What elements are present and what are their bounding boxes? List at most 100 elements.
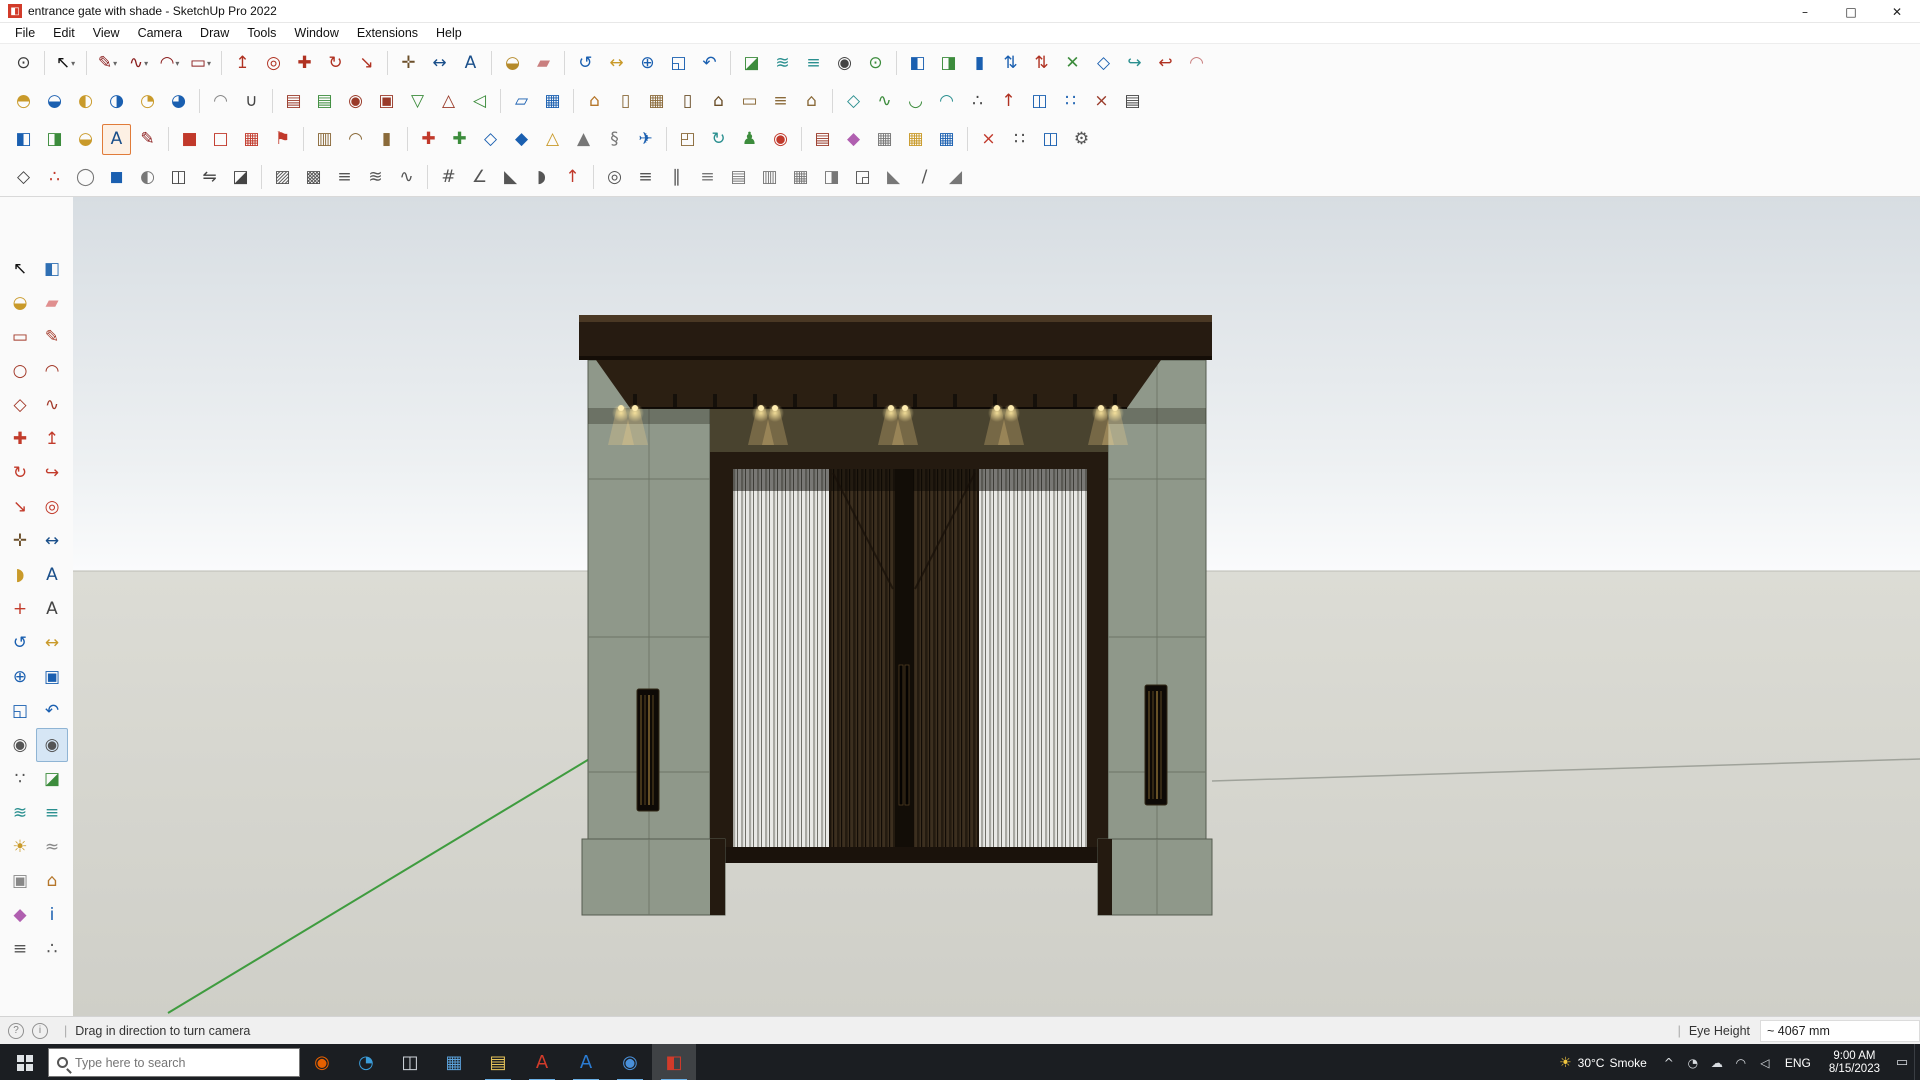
offset-tool[interactable]: ◎ xyxy=(36,490,68,524)
circle-tool[interactable]: ○ xyxy=(4,354,36,388)
firefox-icon[interactable]: ◉ xyxy=(300,1044,344,1080)
ramp-tool-icon[interactable]: ◢ xyxy=(941,162,970,193)
settings-gear-icon[interactable]: ⚙ xyxy=(1067,124,1096,155)
eraser-tool-icon[interactable]: ▰ xyxy=(529,48,558,79)
chamfer-tool-icon[interactable]: ◣ xyxy=(879,162,908,193)
add-location-icon[interactable]: ⊙ xyxy=(861,48,890,79)
walk-tool[interactable]: ∵ xyxy=(4,762,36,796)
notification-center-icon[interactable]: ▭ xyxy=(1890,1044,1914,1080)
sort-descending-icon[interactable]: ⇅ xyxy=(1027,48,1056,79)
text-style-editor-icon[interactable]: A xyxy=(102,123,131,155)
sandbox-contours-icon[interactable]: ▤ xyxy=(279,86,308,117)
add-detail-icon[interactable]: △ xyxy=(434,86,463,117)
airplane-icon[interactable]: ✈ xyxy=(631,124,660,155)
gem-tool-icon[interactable]: ◆ xyxy=(839,124,868,155)
taskbar-search[interactable] xyxy=(48,1048,300,1077)
taskbar-clock[interactable]: 9:00 AM 8/15/2023 xyxy=(1819,1050,1890,1076)
autocad-icon[interactable]: A xyxy=(520,1044,564,1080)
task-view-icon[interactable]: ◫ xyxy=(388,1044,432,1080)
line-tool[interactable]: ✎ xyxy=(36,320,68,354)
previous-view-tool[interactable]: ↶ xyxy=(36,694,68,728)
protractor-tool-icon[interactable]: ◗ xyxy=(527,162,556,193)
fog-tool[interactable]: ≈ xyxy=(36,830,68,864)
look-around-tool[interactable]: ◉ xyxy=(36,728,68,762)
flip-diamond-icon[interactable]: ◇ xyxy=(1089,48,1118,79)
stairs-tool-icon[interactable]: ≡ xyxy=(766,86,795,117)
orbit-tool-icon[interactable]: ↺ xyxy=(571,48,600,79)
move-tool[interactable]: ✚ xyxy=(4,422,36,456)
delete-x-icon[interactable]: × xyxy=(974,124,1003,155)
minimize-button[interactable]: – xyxy=(1782,0,1828,23)
mirror-plane-icon[interactable]: ◫ xyxy=(164,162,193,193)
door-tool-icon[interactable]: ▯ xyxy=(673,86,702,117)
flag-tool-icon[interactable]: ⚑ xyxy=(268,124,297,155)
extrude-lines-icon[interactable]: ≡ xyxy=(631,162,660,193)
volume-icon[interactable]: ◁ xyxy=(1753,1044,1777,1080)
eraser-tool[interactable]: ▰ xyxy=(36,286,68,320)
chrome-icon[interactable]: ◉ xyxy=(608,1044,652,1080)
brick-wall-icon[interactable]: ▤ xyxy=(808,124,837,155)
paint-style-icon[interactable]: ◧ xyxy=(903,48,932,79)
stairs-generator-icon[interactable]: ≡ xyxy=(693,162,722,193)
dots-array-icon[interactable]: ∷ xyxy=(1005,124,1034,155)
split-solid-icon[interactable]: ◕ xyxy=(164,86,193,117)
sketchup-icon[interactable]: ◧ xyxy=(652,1044,696,1080)
triangle-square-icon[interactable]: ◣ xyxy=(496,162,525,193)
language-indicator[interactable]: ENG xyxy=(1777,1056,1819,1070)
tray-app-icon[interactable]: ◔ xyxy=(1681,1044,1705,1080)
array-tool-icon[interactable]: ∷ xyxy=(1056,86,1085,117)
offset-tool-icon[interactable]: ◎ xyxy=(259,48,288,79)
menu-help[interactable]: Help xyxy=(427,24,471,42)
zoom-tool[interactable]: ⊕ xyxy=(4,660,36,694)
tape-measure-tool[interactable]: ✛ xyxy=(4,524,36,558)
pin-red-icon[interactable]: ✚ xyxy=(414,124,443,155)
calculator-icon[interactable]: ▦ xyxy=(432,1044,476,1080)
position-camera-icon[interactable]: ◉ xyxy=(830,48,859,79)
pin-green-icon[interactable]: ✚ xyxy=(445,124,474,155)
grid-red-icon[interactable]: ▦ xyxy=(237,124,266,155)
orbit-tool[interactable]: ↺ xyxy=(4,626,36,660)
zigzag-tool-icon[interactable]: ≋ xyxy=(361,162,390,193)
prism-tool-icon[interactable]: ◇ xyxy=(9,162,38,193)
arc-tool[interactable]: ◠ xyxy=(36,354,68,388)
make-component-tool[interactable]: ◧ xyxy=(36,252,68,286)
smoove-tool-icon[interactable]: ◉ xyxy=(341,86,370,117)
rectangle-tool[interactable]: ▭ xyxy=(4,320,36,354)
word-icon[interactable]: A xyxy=(564,1044,608,1080)
scale-tool[interactable]: ↘ xyxy=(4,490,36,524)
3d-text-tool[interactable]: A xyxy=(36,592,68,626)
corner-tool-icon[interactable]: ◲ xyxy=(848,162,877,193)
dimension-tool[interactable]: ↔ xyxy=(36,524,68,558)
followme-tool[interactable]: ↪ xyxy=(36,456,68,490)
hatch-cross-icon[interactable]: ▩ xyxy=(299,162,328,193)
zoom-extents-icon[interactable]: ◱ xyxy=(664,48,693,79)
box-blue-icon[interactable]: ◼ xyxy=(102,162,131,193)
outer-shell-icon[interactable]: ◓ xyxy=(9,86,38,117)
union-solid-icon[interactable]: ◐ xyxy=(71,86,100,117)
polygon-tool[interactable]: ◇ xyxy=(4,388,36,422)
rectangle-tool-icon[interactable]: ▭ ▾ xyxy=(186,48,215,79)
dropdown-caret-icon[interactable]: ▾ xyxy=(175,59,179,68)
rotate-tool-icon[interactable]: ↻ xyxy=(321,48,350,79)
person-figure-icon[interactable]: ♟ xyxy=(735,124,764,155)
zoom-selection-icon[interactable]: ⊙ xyxy=(9,48,38,79)
scale-tool-icon[interactable]: ↘ xyxy=(352,48,381,79)
close-button[interactable]: ✕ xyxy=(1874,0,1920,23)
trim-solid-icon[interactable]: ◔ xyxy=(133,86,162,117)
cone-tool-icon[interactable]: ▲ xyxy=(569,124,598,155)
sandbox-scratch-icon[interactable]: ▤ xyxy=(310,86,339,117)
select-tool[interactable]: ↖ xyxy=(4,252,36,286)
curve-tool-icon[interactable]: ∿ xyxy=(870,86,899,117)
steel-grid-icon[interactable]: ▦ xyxy=(870,124,899,155)
pushpull-tool-icon[interactable]: ↥ xyxy=(228,48,257,79)
split-style-icon[interactable]: ◨ xyxy=(934,48,963,79)
extension-warehouse-tool[interactable]: ◆ xyxy=(4,898,36,932)
grid-blue-icon[interactable]: ▦ xyxy=(932,124,961,155)
text-tool-icon[interactable]: A xyxy=(456,48,485,79)
flip-edge-icon[interactable]: ◁ xyxy=(465,86,494,117)
curl-green-icon[interactable]: ↪ xyxy=(1120,48,1149,79)
grid-yellow-icon[interactable]: ▦ xyxy=(901,124,930,155)
sort-ascending-icon[interactable]: ⇅ xyxy=(996,48,1025,79)
roof-tool-icon[interactable]: ⌂ xyxy=(704,86,733,117)
freehand-tool-icon[interactable]: ∿ ▾ xyxy=(124,48,153,79)
